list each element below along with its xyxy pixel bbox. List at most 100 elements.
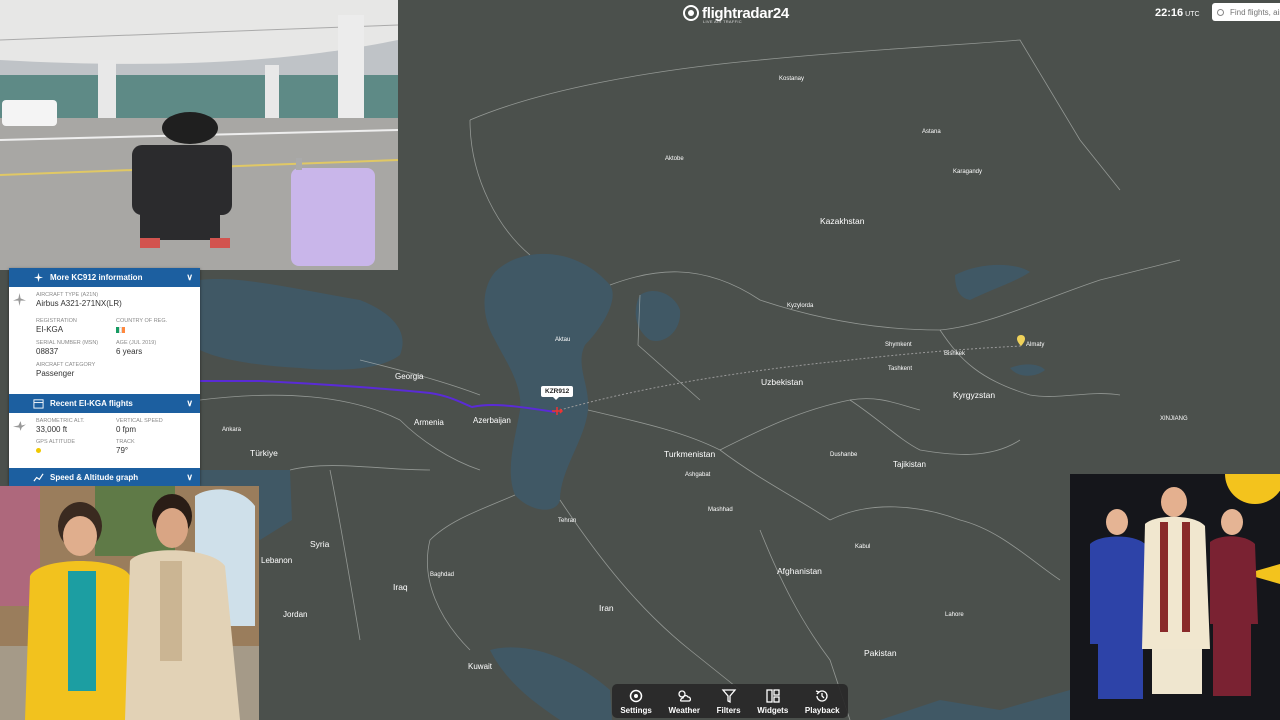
filters-button[interactable]: Filters bbox=[717, 688, 741, 715]
map-label-afghanistan: Afghanistan bbox=[777, 566, 822, 576]
vspeed-label: VERTICAL SPEED bbox=[116, 418, 163, 424]
chevron-down-icon[interactable]: ∨ bbox=[186, 472, 193, 483]
map-label-shymkent: Shymkent bbox=[885, 342, 912, 348]
bottom-toolbar: Settings Weather Filters Widgets Playbac… bbox=[612, 684, 848, 718]
map-label-mashhad: Mashhad bbox=[708, 507, 733, 513]
map-label-lebanon: Lebanon bbox=[261, 556, 293, 565]
handshake-photo bbox=[0, 486, 259, 720]
map-label-baghdad: Baghdad bbox=[430, 572, 455, 578]
aircraft-silhouette-icon bbox=[13, 293, 26, 306]
clock-unit: UTC bbox=[1185, 11, 1200, 18]
logo-subtitle: LIVE AIR TRAFFIC bbox=[703, 19, 742, 24]
serial-label: SERIAL NUMBER (MSN) bbox=[36, 340, 99, 346]
map-label-kazakhstan: Kazakhstan bbox=[820, 216, 865, 226]
search-box[interactable] bbox=[1212, 3, 1280, 21]
map-label-dushanbe: Dushanbe bbox=[830, 452, 858, 458]
map-label-tajikistan: Tajikistan bbox=[893, 460, 926, 469]
airport-photo bbox=[0, 0, 398, 270]
map-label-qyzylorda: Kyzylorda bbox=[787, 303, 814, 309]
gps-alt-label: GPS ALTITUDE bbox=[36, 439, 76, 445]
map-label-turkmenistan: Turkmenistan bbox=[664, 449, 716, 459]
weather-button[interactable]: Weather bbox=[669, 688, 700, 715]
radar-logo-icon bbox=[683, 5, 699, 21]
map-label-bishkek: Bishkek bbox=[944, 351, 966, 357]
plane-info-icon bbox=[33, 272, 44, 283]
playback-label: Playback bbox=[804, 705, 840, 715]
search-input[interactable] bbox=[1228, 6, 1280, 18]
weather-label: Weather bbox=[668, 705, 700, 715]
section-speed-graph-title: Speed & Altitude graph bbox=[50, 473, 139, 482]
map-label-aktau: Aktau bbox=[555, 337, 571, 343]
map-label-kuwait: Kuwait bbox=[468, 662, 493, 671]
map-label-kabul: Kabul bbox=[855, 544, 871, 550]
map-label-tehran: Tehran bbox=[558, 518, 577, 524]
weather-icon bbox=[678, 689, 692, 702]
map-label-syria: Syria bbox=[310, 539, 330, 549]
map-label-georgia: Georgia bbox=[395, 372, 424, 381]
settings-label: Settings bbox=[620, 705, 652, 715]
section-recent-flights-header[interactable]: Recent EI-KGA flights ∨ bbox=[9, 394, 200, 413]
map-label-karaganda: Karagandy bbox=[953, 169, 983, 175]
track-label: TRACK bbox=[116, 439, 135, 445]
widgets-icon bbox=[766, 688, 780, 703]
country-label: COUNTRY OF REG. bbox=[116, 318, 168, 324]
widgets-label: Widgets bbox=[757, 705, 789, 715]
chevron-down-icon[interactable]: ∨ bbox=[186, 398, 193, 409]
map-label-ankara: Ankara bbox=[222, 427, 242, 433]
map-label-kyrgyzstan: Kyrgyzstan bbox=[953, 390, 996, 400]
filter-icon bbox=[721, 688, 736, 703]
map-label-lahore: Lahore bbox=[945, 612, 964, 618]
registration-label: REGISTRATION bbox=[36, 318, 77, 324]
aircraft-type-label: AIRCRAFT TYPE (A21N) bbox=[36, 292, 99, 298]
map-label-iraq: Iraq bbox=[393, 582, 408, 592]
history-icon bbox=[816, 689, 828, 702]
flight-callsign-tag[interactable]: KZR912 bbox=[541, 386, 574, 400]
map-label-xinjiang: XINJIANG bbox=[1160, 416, 1188, 422]
serial-value: 08837 bbox=[36, 347, 59, 356]
ireland-flag-icon bbox=[116, 327, 196, 333]
map-label-aktobe: Aktobe bbox=[665, 156, 684, 162]
map-label-astana: Astana bbox=[922, 129, 941, 135]
map-label-azerbaijan: Azerbaijan bbox=[473, 416, 511, 425]
utc-clock: 22:16 UTC bbox=[1155, 7, 1200, 19]
gear-icon bbox=[629, 689, 643, 702]
registration-value: EI-KGA bbox=[36, 325, 64, 334]
map-label-jordan: Jordan bbox=[283, 610, 308, 619]
map-label-turkiye: Türkiye bbox=[250, 448, 278, 458]
playback-button[interactable]: Playback bbox=[805, 688, 840, 715]
category-label: AIRCRAFT CATEGORY bbox=[36, 362, 96, 368]
map-label-tashkent: Tashkent bbox=[888, 366, 913, 372]
gps-status-icon bbox=[36, 448, 41, 453]
altitude-plane-icon bbox=[13, 421, 26, 431]
calendar-icon bbox=[33, 399, 44, 409]
map-label-iran: Iran bbox=[599, 603, 614, 613]
vspeed-value: 0 fpm bbox=[116, 425, 137, 434]
flightradar24-logo[interactable]: flightradar24 LIVE AIR TRAFFIC bbox=[683, 2, 789, 24]
group-photo bbox=[1070, 474, 1280, 720]
baro-alt-label: BAROMETRIC ALT. bbox=[36, 418, 85, 424]
category-value: Passenger bbox=[36, 369, 75, 378]
age-value: 6 years bbox=[116, 347, 143, 356]
age-label: AGE (Jul 2019) bbox=[116, 340, 157, 346]
track-value: 79° bbox=[116, 446, 129, 455]
widgets-button[interactable]: Widgets bbox=[757, 688, 788, 715]
graph-icon bbox=[33, 473, 44, 482]
section-recent-flights-title: Recent EI-KGA flights bbox=[50, 399, 133, 408]
section-speed-graph-header[interactable]: Speed & Altitude graph ∨ bbox=[9, 468, 200, 487]
section-more-info-title: More KC912 information bbox=[50, 273, 143, 282]
search-icon bbox=[1217, 8, 1224, 16]
aircraft-info-panel: More KC912 information ∨ AIRCRAFT TYPE (… bbox=[9, 268, 200, 487]
settings-button[interactable]: Settings bbox=[620, 688, 652, 715]
map-label-almaty: Almaty bbox=[1026, 342, 1045, 348]
filters-label: Filters bbox=[716, 705, 741, 715]
section-more-info-header[interactable]: More KC912 information ∨ bbox=[9, 268, 200, 287]
map-label-pakistan: Pakistan bbox=[864, 648, 897, 658]
map-label-ashgabat: Ashgabat bbox=[685, 472, 711, 478]
map-label-uzbekistan: Uzbekistan bbox=[761, 377, 804, 387]
map-label-kostanay: Kostanay bbox=[779, 76, 805, 82]
baro-alt-value: 33,000 ft bbox=[36, 425, 68, 434]
chevron-down-icon[interactable]: ∨ bbox=[186, 272, 193, 283]
clock-time: 22:16 bbox=[1155, 7, 1184, 19]
map-label-armenia: Armenia bbox=[414, 418, 444, 427]
aircraft-type-value: Airbus A321-271NX(LR) bbox=[36, 299, 122, 308]
